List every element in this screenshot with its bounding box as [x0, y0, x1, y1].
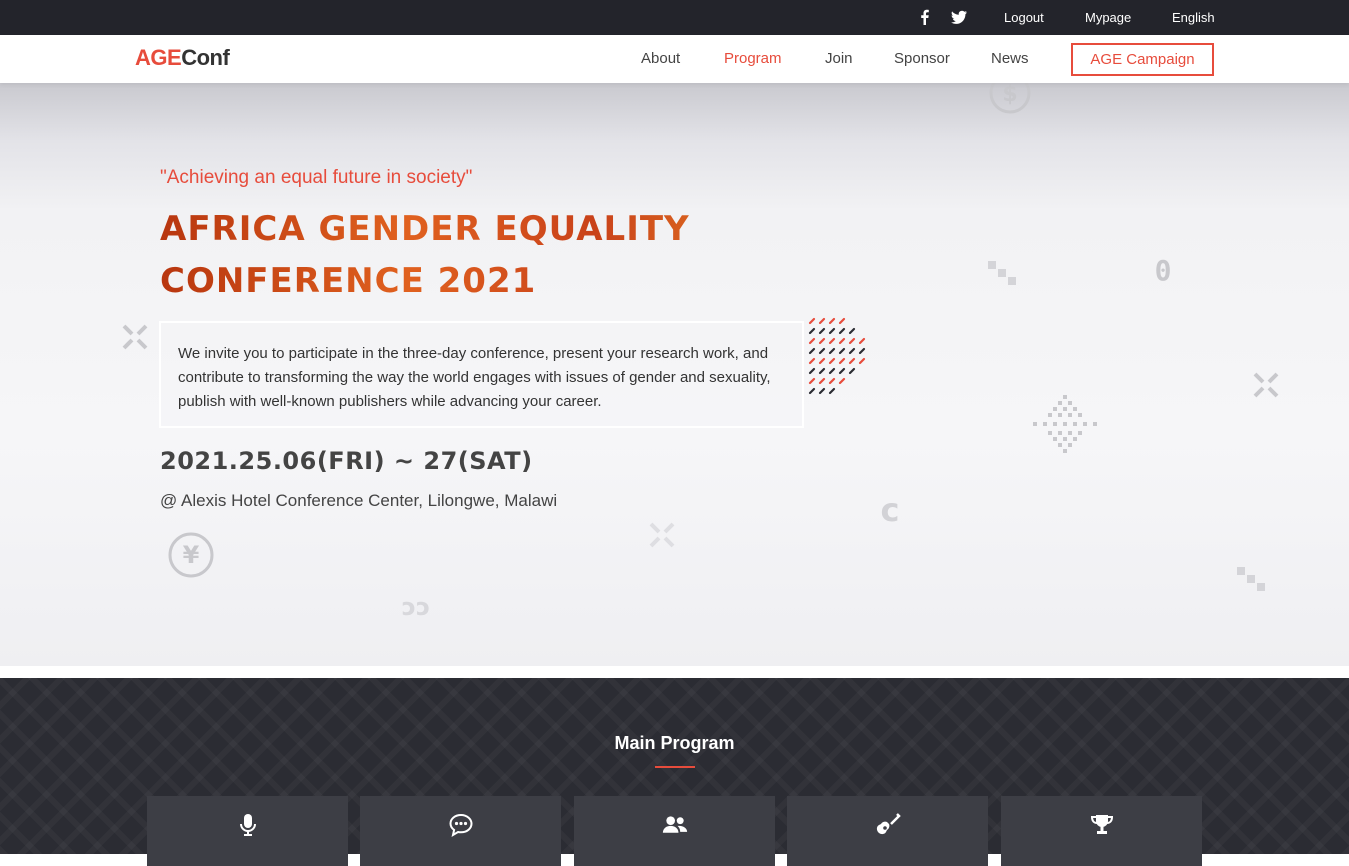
- pixel-steps-icon: [988, 261, 1016, 285]
- chat-bubble-icon: [448, 813, 473, 838]
- hero-title: Africa Gender Equality Conference 2021: [160, 203, 780, 307]
- nav-item-sponsor[interactable]: Sponsor: [894, 50, 950, 67]
- site-logo[interactable]: AGEConf: [135, 45, 230, 71]
- age-campaign-button[interactable]: AGE Campaign: [1071, 43, 1214, 76]
- svg-text:¥: ¥: [183, 541, 200, 569]
- mypage-link[interactable]: Mypage: [1085, 10, 1131, 25]
- nav-item-join[interactable]: Join: [825, 50, 853, 67]
- program-card-performance[interactable]: [787, 796, 988, 866]
- cross-shape-icon: [1253, 372, 1279, 398]
- hero-section: $ ¥ 0 c ↄↄ "Achieving an equal future in…: [0, 83, 1349, 666]
- nav-item-about[interactable]: About: [641, 50, 680, 67]
- hero-title-line1: Africa Gender Equality: [160, 209, 690, 249]
- double-c-glyph-icon: ↄↄ: [402, 593, 430, 621]
- hero-title-line2: Conference 2021: [160, 261, 537, 301]
- hero-tagline: "Achieving an equal future in society": [160, 167, 473, 188]
- microphone-icon: [239, 814, 256, 836]
- logo-conf-text: Conf: [181, 45, 230, 70]
- section-title: Main Program: [614, 733, 735, 753]
- zero-glyph-icon: 0: [1155, 254, 1172, 285]
- svg-text:$: $: [1002, 83, 1017, 107]
- guitar-icon: [876, 813, 901, 835]
- pattern-dots-graphic: [808, 317, 866, 395]
- pixel-steps-icon: [1237, 567, 1265, 591]
- program-card-networking[interactable]: [574, 796, 775, 866]
- yen-coin-icon: ¥: [168, 532, 214, 578]
- svg-text:ↄↄ: ↄↄ: [402, 593, 430, 621]
- svg-text:c: c: [881, 493, 900, 527]
- cross-shape-icon: [122, 324, 148, 350]
- program-card-discussion[interactable]: [360, 796, 561, 866]
- main-program-section: Main Program: [0, 678, 1349, 866]
- nav-item-program[interactable]: Program: [724, 50, 782, 67]
- cross-shape-icon: [649, 522, 675, 548]
- letter-c-glyph-icon: c: [881, 493, 900, 527]
- dollar-coin-icon: $: [989, 83, 1031, 114]
- top-utility-bar: Logout Mypage English: [0, 0, 1349, 35]
- nav-item-news[interactable]: News: [991, 50, 1029, 67]
- twitter-icon[interactable]: [950, 8, 968, 26]
- facebook-icon[interactable]: [916, 8, 934, 26]
- users-icon: [662, 816, 687, 833]
- svg-text:0: 0: [1155, 254, 1172, 285]
- event-venue: @ Alexis Hotel Conference Center, Lilong…: [160, 491, 558, 510]
- social-links: [916, 8, 968, 26]
- event-date: 2021.25.06(FRI) ~ 27(SAT): [160, 447, 533, 475]
- logout-link[interactable]: Logout: [1004, 10, 1044, 25]
- hero-description: We invite you to participate in the thre…: [159, 321, 804, 428]
- program-card-awards[interactable]: [1001, 796, 1202, 866]
- title-underline: [655, 766, 695, 768]
- language-link[interactable]: English: [1172, 10, 1215, 25]
- logo-age-text: AGE: [135, 45, 182, 70]
- main-navigation: AGEConf About Program Join Sponsor News …: [0, 35, 1349, 83]
- program-card-speech[interactable]: [147, 796, 348, 866]
- diamond-grid-icon: [1033, 395, 1097, 453]
- trophy-icon: [1090, 815, 1113, 834]
